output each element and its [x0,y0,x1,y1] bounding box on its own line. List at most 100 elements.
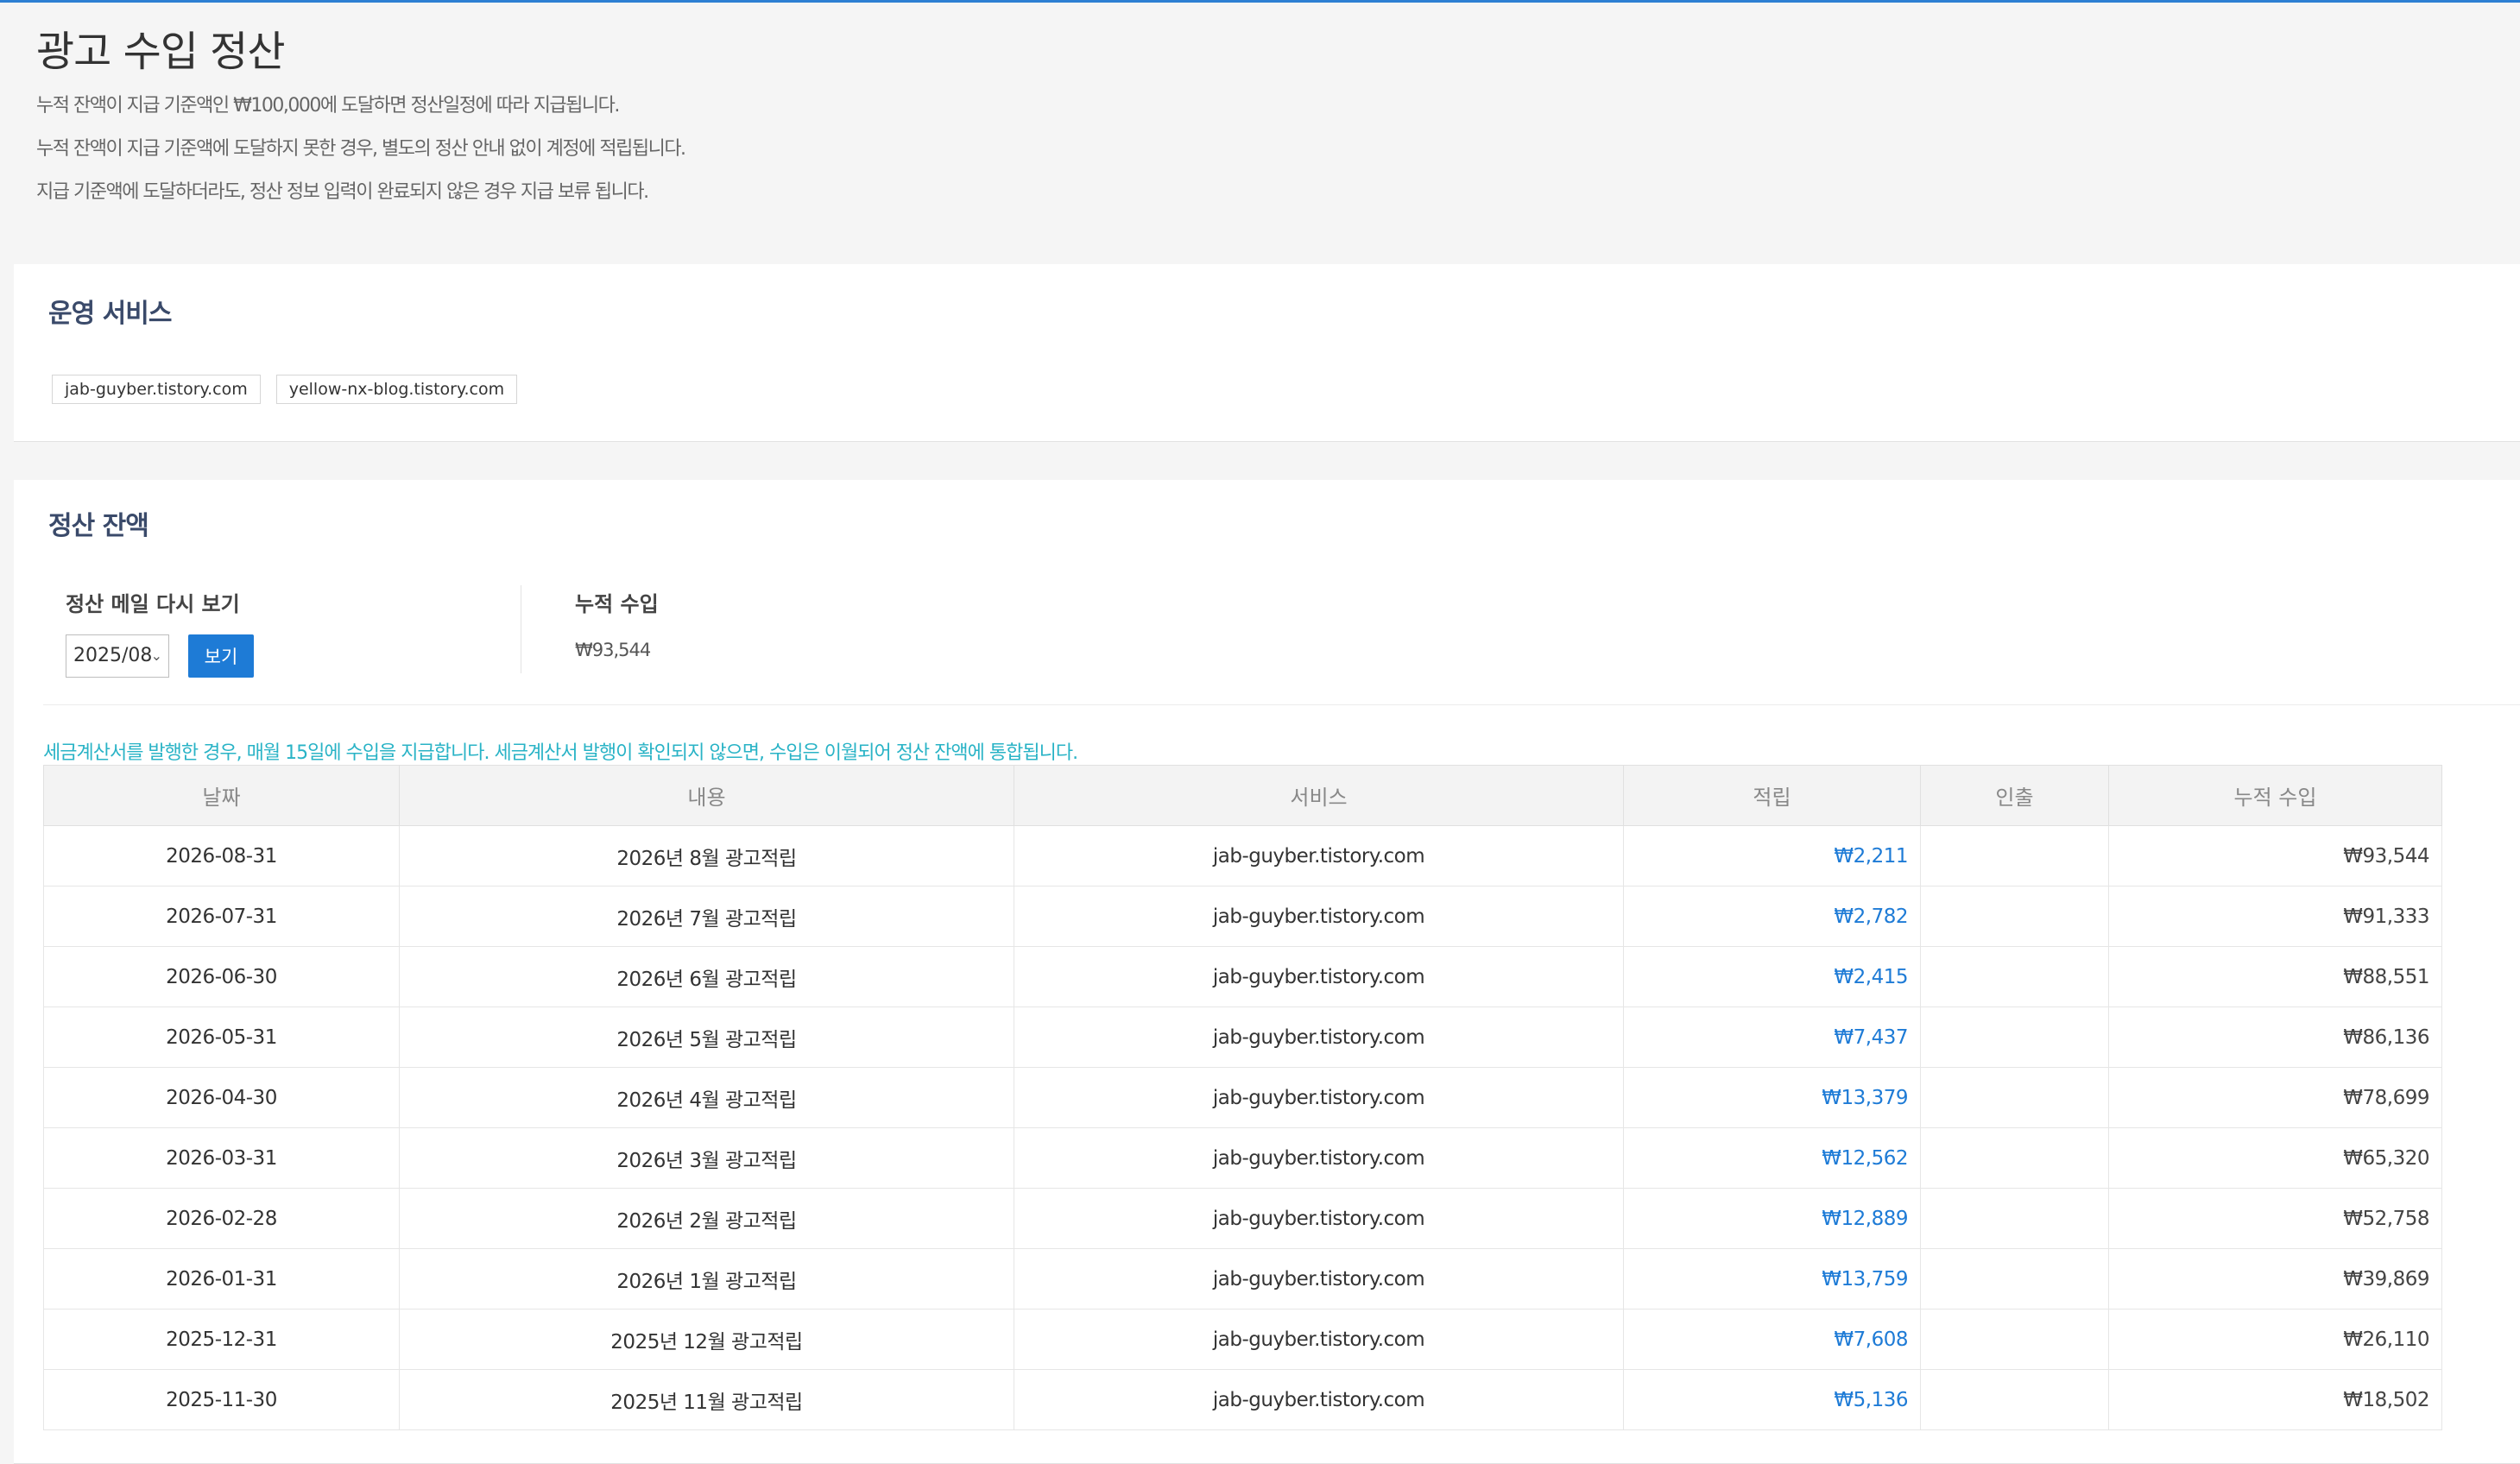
cell-deposit: ₩12,562 [1623,1127,1921,1189]
cell-content: 2026년 7월 광고적립 [399,886,1014,947]
cell-service: jab-guyber.tistory.com [1014,1309,1624,1370]
cell-cumulative: ₩93,544 [2108,825,2442,887]
cell-content: 2025년 12월 광고적립 [399,1309,1014,1370]
mail-resend-block: 정산 메일 다시 보기 2025/08 ⌄ 보기 [66,587,254,678]
table-row: 2026-02-28 2026년 2월 광고적립 jab-guyber.tistor… [43,1188,2442,1249]
ledger-body: 2026-08-31 2026년 8월 광고적립 jab-guyber.tistor… [43,825,2442,1430]
view-button[interactable]: 보기 [188,634,254,678]
services-card: 운영 서비스 jab-guyber.tistory.com yellow-nx-… [14,264,2520,442]
cell-deposit: ₩2,415 [1623,946,1921,1007]
cumulative-income-value: ₩93,544 [575,640,651,660]
cell-service: jab-guyber.tistory.com [1014,1006,1624,1068]
column-header-date: 날짜 [43,765,400,826]
cell-content: 2026년 2월 광고적립 [399,1188,1014,1249]
cell-cumulative: ₩91,333 [2108,886,2442,947]
cell-deposit: ₩5,136 [1623,1369,1921,1430]
table-header-row: 날짜 내용 서비스 적립 인출 누적 수입 [43,765,2442,826]
cumulative-income-block: 누적 수입 ₩93,544 [575,587,659,660]
month-select-value: 2025/08 [73,645,153,666]
cell-content: 2026년 4월 광고적립 [399,1067,1014,1128]
month-select[interactable]: 2025/08 ⌄ [66,634,169,678]
cumulative-income-label: 누적 수입 [575,592,659,616]
cell-content: 2025년 11월 광고적립 [399,1369,1014,1430]
table-row: 2025-11-30 2025년 11월 광고적립 jab-guyber.tisto… [43,1369,2442,1430]
cell-cumulative: ₩78,699 [2108,1067,2442,1128]
cell-deposit: ₩7,437 [1623,1006,1921,1068]
cell-deposit: ₩2,782 [1623,886,1921,947]
cell-cumulative: ₩39,869 [2108,1248,2442,1309]
column-header-service: 서비스 [1014,765,1624,826]
mail-resend-label: 정산 메일 다시 보기 [66,592,240,616]
cell-deposit: ₩7,608 [1623,1309,1921,1370]
cell-withdrawal [1920,1248,2109,1309]
cell-deposit: ₩2,211 [1623,825,1921,887]
cell-withdrawal [1920,886,2109,947]
cell-withdrawal [1920,1188,2109,1249]
table-row: 2026-04-30 2026년 4월 광고적립 jab-guyber.tistor… [43,1067,2442,1128]
cell-withdrawal [1920,1127,2109,1189]
table-row: 2026-05-31 2026년 5월 광고적립 jab-guyber.tistor… [43,1006,2442,1068]
tax-invoice-notice: 세금계산서를 발행한 경우, 매월 15일에 수입을 지급합니다. 세금계산서 … [43,742,1078,764]
cell-cumulative: ₩18,502 [2108,1369,2442,1430]
cell-withdrawal [1920,946,2109,1007]
balance-card: 정산 잔액 정산 메일 다시 보기 2025/08 ⌄ 보기 누적 수입 ₩93… [14,480,2520,1464]
cell-withdrawal [1920,1309,2109,1370]
cell-content: 2026년 3월 광고적립 [399,1127,1014,1189]
horizontal-divider [43,704,2520,705]
column-header-deposit: 적립 [1623,765,1921,826]
settlement-ledger-table: 날짜 내용 서비스 적립 인출 누적 수입 2026-08-31 2026년 8월… [43,765,2442,1430]
table-row: 2026-08-31 2026년 8월 광고적립 jab-guyber.tistor… [43,825,2442,887]
notice-line: 지급 기준액에 도달하더라도, 정산 정보 입력이 완료되지 않은 경우 지급 … [36,181,649,203]
column-header-content: 내용 [399,765,1014,826]
cell-content: 2026년 6월 광고적립 [399,946,1014,1007]
cell-date: 2026-01-31 [43,1248,400,1309]
table-row: 2025-12-31 2025년 12월 광고적립 jab-guyber.tisto… [43,1309,2442,1370]
cell-date: 2026-02-28 [43,1188,400,1249]
service-tag[interactable]: jab-guyber.tistory.com [52,375,261,404]
table-row: 2026-01-31 2026년 1월 광고적립 jab-guyber.tistor… [43,1248,2442,1309]
cell-content: 2026년 5월 광고적립 [399,1006,1014,1068]
cell-service: jab-guyber.tistory.com [1014,946,1624,1007]
cell-service: jab-guyber.tistory.com [1014,886,1624,947]
table-row: 2026-06-30 2026년 6월 광고적립 jab-guyber.tistor… [43,946,2442,1007]
cell-service: jab-guyber.tistory.com [1014,825,1624,887]
cell-service: jab-guyber.tistory.com [1014,1188,1624,1249]
cell-withdrawal [1920,1006,2109,1068]
cell-date: 2025-12-31 [43,1309,400,1370]
cell-cumulative: ₩86,136 [2108,1006,2442,1068]
cell-service: jab-guyber.tistory.com [1014,1067,1624,1128]
mail-controls: 2025/08 ⌄ 보기 [66,634,254,678]
notice-line: 누적 잔액이 지급 기준액에 도달하지 못한 경우, 별도의 정산 안내 없이 … [36,138,686,160]
cell-cumulative: ₩52,758 [2108,1188,2442,1249]
cell-date: 2026-03-31 [43,1127,400,1189]
cell-cumulative: ₩88,551 [2108,946,2442,1007]
column-header-withdrawal: 인출 [1920,765,2109,826]
cell-withdrawal [1920,1369,2109,1430]
table-row: 2026-07-31 2026년 7월 광고적립 jab-guyber.tistor… [43,886,2442,947]
chevron-down-icon: ⌄ [150,647,162,664]
notice-line: 누적 잔액이 지급 기준액인 ₩100,000에 도달하면 정산일정에 따라 지… [36,95,620,117]
cell-deposit: ₩13,759 [1623,1248,1921,1309]
cell-date: 2026-07-31 [43,886,400,947]
service-tag[interactable]: yellow-nx-blog.tistory.com [275,375,518,404]
cell-cumulative: ₩26,110 [2108,1309,2442,1370]
cell-withdrawal [1920,1067,2109,1128]
page-title: 광고 수입 정산 [36,28,285,76]
cell-withdrawal [1920,825,2109,887]
cell-service: jab-guyber.tistory.com [1014,1127,1624,1189]
cell-date: 2026-05-31 [43,1006,400,1068]
cell-service: jab-guyber.tistory.com [1014,1248,1624,1309]
top-accent-line [0,0,2520,3]
services-title: 운영 서비스 [48,299,172,329]
cell-cumulative: ₩65,320 [2108,1127,2442,1189]
cell-date: 2026-08-31 [43,825,400,887]
table-row: 2026-03-31 2026년 3월 광고적립 jab-guyber.tistor… [43,1127,2442,1189]
cell-content: 2026년 8월 광고적립 [399,825,1014,887]
cell-deposit: ₩12,889 [1623,1188,1921,1249]
balance-title: 정산 잔액 [48,511,149,541]
column-header-cumulative: 누적 수입 [2108,765,2442,826]
page-header: 광고 수입 정산 누적 잔액이 지급 기준액인 ₩100,000에 도달하면 정… [36,26,1418,214]
cell-service: jab-guyber.tistory.com [1014,1369,1624,1430]
cell-date: 2026-04-30 [43,1067,400,1128]
cell-date: 2025-11-30 [43,1369,400,1430]
